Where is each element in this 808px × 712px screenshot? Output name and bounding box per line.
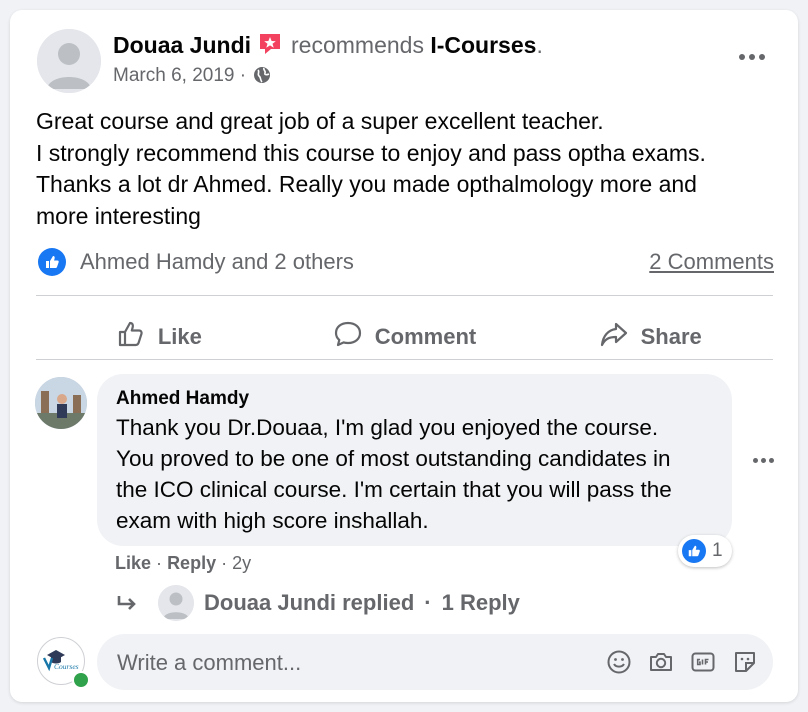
sticker-icon[interactable] — [731, 648, 759, 676]
emoji-icon[interactable] — [605, 648, 633, 676]
page-name-link[interactable]: I-Courses — [430, 32, 536, 58]
post-action-bar: Like Comment Share — [36, 308, 773, 366]
logo-text: Courses — [54, 662, 79, 671]
comment-action-separator: · — [221, 553, 228, 573]
replies-count: 1 Reply — [441, 590, 520, 615]
comment-action-separator: · — [156, 553, 163, 573]
like-reaction-icon[interactable] — [38, 248, 66, 276]
gif-icon[interactable] — [689, 648, 717, 676]
divider — [36, 295, 773, 296]
online-status-indicator — [72, 671, 90, 689]
composer-tools — [605, 648, 759, 676]
comment-age[interactable]: 2y — [232, 553, 251, 573]
replies-separator: · — [424, 590, 432, 615]
thumbs-up-icon — [682, 539, 706, 563]
camera-icon[interactable] — [647, 648, 675, 676]
comment-like-button[interactable]: Like — [115, 553, 151, 573]
page-name-period: . — [536, 32, 543, 58]
view-replies-link[interactable]: Douaa Jundi replied · 1 Reply — [114, 585, 520, 621]
like-button[interactable]: Like — [36, 308, 282, 366]
comment-actions: Like · Reply · 2y — [115, 551, 251, 575]
comment-text: Thank you Dr.Douaa, I'm glad you enjoyed… — [116, 412, 716, 536]
share-button[interactable]: Share — [527, 308, 773, 366]
like-label: Like — [157, 324, 202, 349]
comment-reply-button[interactable]: Reply — [167, 553, 216, 573]
comment-more-options-icon[interactable] — [748, 446, 778, 474]
comment-reaction-count[interactable]: 1 — [678, 535, 732, 567]
author-avatar[interactable] — [37, 29, 101, 93]
reactions-summary: Ahmed Hamdy and 2 others 2 Comments — [36, 248, 776, 278]
replier-avatar — [158, 585, 194, 621]
recommend-star-icon — [257, 31, 283, 57]
post-date[interactable]: March 6, 2019 — [113, 65, 234, 86]
post-meta: March 6, 2019 · — [113, 64, 271, 88]
comment-button[interactable]: Comment — [282, 308, 528, 366]
commenter-avatar[interactable] — [35, 377, 87, 429]
post-text-line: more interesting — [36, 202, 201, 229]
post-body: Great course and great job of a super ex… — [36, 106, 776, 232]
post-text-line: Thanks a lot dr Ahmed. Really you made o… — [36, 171, 697, 197]
comment-bubble: Ahmed Hamdy Thank you Dr.Douaa, I'm glad… — [97, 374, 732, 546]
post-card: Douaa Jundi recommends I-Courses. March 6… — [10, 10, 798, 702]
comment-input[interactable] — [115, 634, 579, 692]
comment-text-line: exam with high score inshallah. — [116, 508, 429, 533]
comment-text-line: Thank you Dr.Douaa, I'm glad you enjoyed… — [116, 415, 659, 440]
reply-arrow-icon — [114, 590, 140, 616]
thumbs-up-icon — [116, 319, 146, 355]
post-header-line: Douaa Jundi recommends I-Courses. — [113, 30, 543, 60]
comment-author[interactable]: Ahmed Hamdy — [116, 387, 249, 411]
post-text-line: Great course and great job of a super ex… — [36, 108, 604, 134]
comment-label: Comment — [374, 324, 477, 349]
reaction-names[interactable]: Ahmed Hamdy and 2 others — [80, 248, 354, 276]
share-arrow-icon — [599, 319, 629, 355]
globe-icon — [253, 66, 271, 84]
author-name[interactable]: Douaa Jundi — [113, 32, 251, 58]
comment-text-line: You proved to be one of most outstanding… — [116, 446, 671, 471]
post-text-line: I strongly recommend this course to enjo… — [36, 139, 706, 166]
share-label: Share — [640, 324, 702, 349]
comment-like-count: 1 — [712, 540, 723, 561]
comment-text-line: the ICO clinical course. I'm certain tha… — [116, 477, 672, 502]
meta-separator: · — [239, 65, 247, 86]
replied-label: Douaa Jundi replied — [204, 590, 415, 615]
comments-count-link[interactable]: 2 Comments — [649, 248, 774, 276]
divider — [36, 359, 773, 360]
speech-bubble-icon — [333, 319, 363, 355]
more-options-icon[interactable] — [732, 43, 772, 71]
recommends-text: recommends — [291, 32, 424, 58]
comment-composer — [97, 634, 773, 692]
